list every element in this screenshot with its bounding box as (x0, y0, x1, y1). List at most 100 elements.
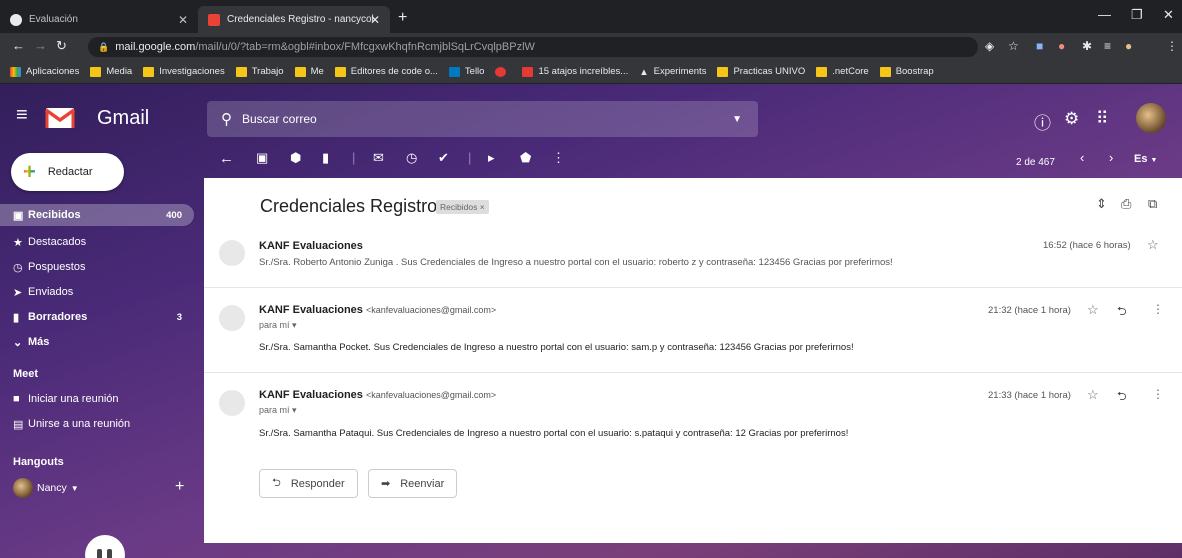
older-icon[interactable]: ‹ (1080, 150, 1084, 165)
sidebar-item-mas[interactable]: ⌄ Más (0, 331, 194, 353)
newer-icon[interactable]: › (1109, 150, 1113, 165)
bookmark-item[interactable]: Trabajo (235, 66, 284, 77)
sidebar-item-recibidos[interactable]: ▣ Recibidos 400 (0, 204, 194, 226)
bookmark-star-icon[interactable]: ☆ (1008, 39, 1019, 53)
recipient-dropdown[interactable]: para mí ▾ (259, 320, 297, 331)
separator: | (352, 150, 356, 165)
report-spam-icon[interactable]: ⬢ (290, 150, 301, 166)
compose-button[interactable]: + Redactar (11, 153, 124, 191)
close-tab-icon[interactable]: ✕ (178, 13, 188, 27)
bookmark-item[interactable]: Boostrap (879, 66, 934, 77)
chrome-menu-icon[interactable]: ⋮ (1166, 39, 1178, 53)
star-toggle-icon[interactable]: ☆ (1087, 302, 1099, 318)
apps-grid-icon[interactable]: ⠿ (1096, 109, 1108, 129)
forward-icon[interactable]: → (34, 38, 47, 53)
sidebar-item-borradores[interactable]: ▮ Borradores 3 (0, 306, 194, 328)
tab-evaluacion[interactable]: Evaluación ✕ (0, 6, 198, 33)
message-time: 21:32 (hace 1 hora) (988, 305, 1071, 316)
main-menu-icon[interactable]: ≡ (16, 104, 28, 127)
move-to-icon[interactable]: ▸ (488, 150, 495, 166)
close-window-icon[interactable]: ✕ (1163, 7, 1174, 23)
star-toggle-icon[interactable]: ☆ (1087, 387, 1099, 403)
extension-icon[interactable]: ■ (1036, 39, 1043, 53)
eye-icon[interactable]: ◈ (985, 39, 994, 53)
meet-join-meeting[interactable]: ▤ Unirse a una reunión (0, 413, 194, 435)
forward-arrow-icon: ➡ (381, 478, 391, 490)
gmail-favicon-icon (208, 13, 220, 26)
expand-all-icon[interactable]: ⇕ (1096, 196, 1107, 212)
search-icon[interactable]: ⚲ (221, 110, 232, 128)
print-icon[interactable]: ⎙ (1121, 196, 1131, 212)
sender-name: KANF Evaluaciones (259, 240, 363, 252)
delete-icon[interactable]: ▮ (322, 150, 329, 166)
search-bar[interactable]: ⚲ Buscar correo ▼ (207, 101, 758, 137)
new-conversation-icon[interactable]: + (175, 478, 184, 496)
address-bar[interactable]: 🔒 mail.google.com/mail/u/0/?tab=rm&ogbl#… (88, 37, 978, 57)
account-avatar[interactable] (1136, 103, 1166, 133)
search-input[interactable]: Buscar correo (242, 112, 317, 126)
message-time: 16:52 (hace 6 horas) (1043, 240, 1131, 251)
reload-icon[interactable]: ↻ (56, 38, 67, 54)
sidebar-item-enviados[interactable]: ➤ Enviados (0, 281, 194, 303)
youtube-icon (522, 66, 534, 77)
keyboard-icon: ▤ (13, 418, 24, 431)
bookmark-item[interactable]: Me (294, 66, 324, 77)
avatar (13, 478, 33, 498)
settings-gear-icon[interactable]: ⚙ (1064, 109, 1079, 129)
gmail-logo-icon[interactable] (45, 107, 75, 129)
bookmark-item[interactable]: Editores de code o... (334, 66, 438, 77)
more-actions-icon[interactable]: ⋮ (1152, 387, 1164, 401)
close-tab-icon[interactable]: ✕ (370, 13, 380, 27)
back-icon[interactable]: ← (12, 38, 25, 53)
bookmark-item[interactable]: Tello (448, 66, 484, 77)
recipient-dropdown[interactable]: para mí ▾ (259, 405, 297, 416)
app-title: Gmail (97, 107, 150, 129)
hangouts-bubble-icon[interactable] (85, 535, 125, 558)
meet-start-meeting[interactable]: ■ Iniciar una reunión (0, 388, 194, 410)
chevron-down-icon: ⌄ (13, 336, 23, 349)
bookmark-item[interactable] (495, 66, 511, 77)
more-actions-icon[interactable]: ⋮ (1152, 302, 1164, 316)
new-tab-icon[interactable]: + (398, 9, 407, 27)
forward-button[interactable]: ➡ Reenviar (368, 469, 458, 498)
reply-icon[interactable]: ⮌ (1117, 387, 1127, 408)
bookmark-item[interactable]: Aplicaciones (10, 66, 79, 77)
search-options-icon[interactable]: ▼ (732, 114, 742, 125)
reply-icon[interactable]: ⮌ (1117, 302, 1127, 323)
restore-icon[interactable]: ❐ (1131, 7, 1143, 23)
extension-icon[interactable]: ● (1058, 39, 1065, 53)
sidebar-item-pospuestos[interactable]: ◷ Pospuestos (0, 256, 194, 278)
minimize-icon[interactable]: — (1098, 7, 1111, 22)
back-to-inbox-icon[interactable]: ← (219, 150, 234, 167)
bookmark-item[interactable]: ▲ Experiments (639, 66, 706, 78)
profile-avatar-icon[interactable]: ● (1125, 39, 1132, 53)
open-new-window-icon[interactable]: ⧉ (1148, 196, 1157, 212)
hangouts-user[interactable]: Nancy ▼ (13, 478, 79, 498)
bookmark-item[interactable]: .netCore (816, 66, 869, 77)
bookmark-item[interactable]: Investigaciones (143, 66, 225, 77)
star-toggle-icon[interactable]: ☆ (1147, 237, 1159, 253)
bookmark-item[interactable]: 15 atajos increíbles... (522, 66, 628, 77)
input-tools-button[interactable]: Es ▼ (1134, 153, 1157, 165)
help-icon[interactable]: ⓘ (1034, 109, 1051, 134)
add-task-icon[interactable]: ✔ (438, 150, 449, 166)
more-options-icon[interactable]: ⋮ (552, 150, 565, 166)
sender-avatar (219, 240, 245, 266)
mark-unread-icon[interactable]: ✉ (373, 150, 384, 166)
reply-button[interactable]: ⮌ Responder (259, 469, 358, 498)
trello-icon (448, 66, 460, 77)
divider (204, 287, 1182, 288)
sidebar-item-destacados[interactable]: ★ Destacados (0, 231, 194, 253)
snooze-icon[interactable]: ◷ (406, 150, 417, 166)
bookmark-item[interactable]: Media (90, 66, 132, 77)
bookmarks-bar: Aplicaciones Media Investigaciones Traba… (0, 60, 1182, 84)
label-icon[interactable]: ⬟ (520, 150, 531, 166)
bookmark-item[interactable]: Practicas UNIVO (717, 66, 805, 77)
separator: | (468, 150, 472, 165)
thread-label-badge[interactable]: Recibidos × (436, 200, 489, 214)
archive-icon[interactable]: ▣ (256, 150, 268, 166)
tab-credenciales[interactable]: Credenciales Registro - nancycol ✕ (198, 6, 390, 33)
reading-list-icon[interactable]: ≡ (1104, 39, 1111, 53)
chrome-icon (10, 13, 22, 26)
extensions-puzzle-icon[interactable]: ✱ (1082, 39, 1092, 53)
